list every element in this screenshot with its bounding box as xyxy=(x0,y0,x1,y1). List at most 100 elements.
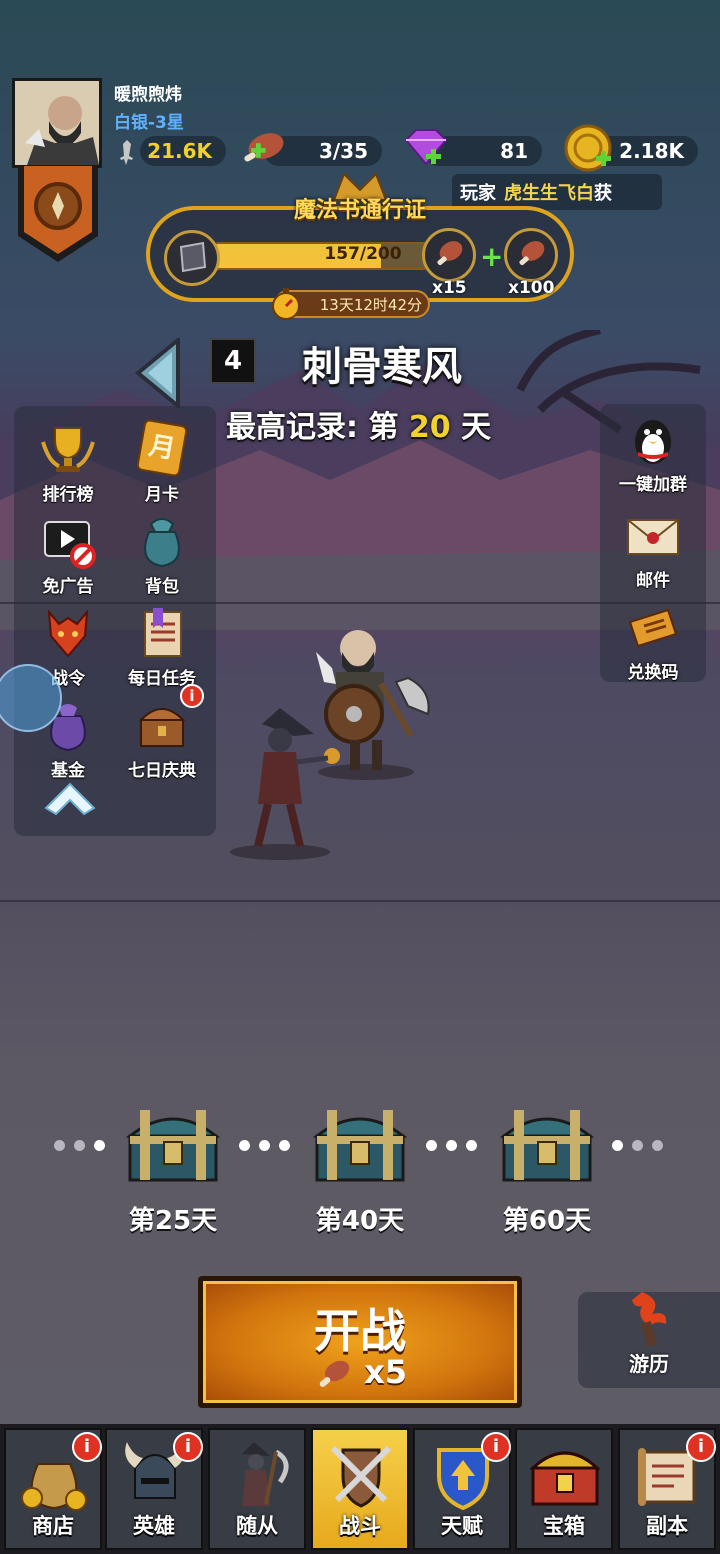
no-ads-label: 免广告 xyxy=(42,577,94,597)
meat-icon xyxy=(437,241,463,266)
war-order-icon xyxy=(47,608,89,658)
no-ads-icon xyxy=(44,521,96,569)
player-avatar[interactable] xyxy=(12,78,102,168)
scythe-follower-icon xyxy=(242,1442,289,1506)
best-day: 20 xyxy=(408,410,451,445)
rank-banner[interactable] xyxy=(18,166,98,262)
chest-progress-dots-4 xyxy=(612,1140,663,1152)
redeem-ticket-icon xyxy=(628,608,678,648)
tab-battle[interactable]: 战斗 xyxy=(311,1428,409,1550)
best-suffix: 天 xyxy=(461,410,492,445)
torch-icon xyxy=(632,1292,667,1347)
timer-text: 13天12时42分 xyxy=(319,295,422,314)
ticker-suffix: 获 xyxy=(594,183,612,204)
mail-label: 邮件 xyxy=(636,571,670,591)
tab-shop-label: 商店 xyxy=(32,1514,74,1538)
start-battle-cost-value: x5 xyxy=(364,1353,408,1391)
trophy-icon xyxy=(41,427,95,472)
stage-number: 4 xyxy=(210,338,256,384)
bald-warrior-portrait xyxy=(15,81,99,165)
gold-coin-icon xyxy=(564,124,612,172)
tab-follower-label: 随从 xyxy=(236,1514,278,1538)
bag-label: 背包 xyxy=(145,577,179,597)
purple-gem-icon xyxy=(404,129,448,166)
month-card-icon-text: 月 xyxy=(146,430,178,466)
scarecrow-follower-sprite xyxy=(230,708,340,860)
tab-hero[interactable]: i 英雄 xyxy=(105,1428,203,1550)
leaderboard-label: 排行榜 xyxy=(42,485,94,505)
tab-shop[interactable]: i 商店 xyxy=(4,1428,102,1550)
stage-title: 刺骨寒风 xyxy=(302,344,462,390)
chest-day-60-icon[interactable] xyxy=(500,1106,594,1184)
month-card-button[interactable]: 月 月卡 xyxy=(116,418,208,506)
battle-pass-reward-meat-2[interactable] xyxy=(504,228,558,282)
chest-day-60-label: 第60天 xyxy=(502,1206,592,1236)
tab-battle-label: 战斗 xyxy=(339,1514,381,1538)
player-name: 暖煦煦炜 xyxy=(114,85,182,105)
start-battle-cost: x5 xyxy=(203,1353,517,1391)
chest-progress-dots-1 xyxy=(54,1140,105,1152)
tab-chest[interactable]: 宝箱 xyxy=(515,1428,613,1550)
battle-pass-title: 魔法书通行证 xyxy=(293,198,426,223)
magic-book-icon xyxy=(164,230,220,286)
collapse-menu-chevron-icon[interactable] xyxy=(42,778,98,818)
tab-talent-label: 天赋 xyxy=(441,1514,483,1538)
daily-task-button[interactable]: 每日任务 xyxy=(116,604,208,690)
dungeon-badge: i xyxy=(686,1432,716,1462)
bag-button[interactable]: 背包 xyxy=(116,512,208,598)
tab-talent[interactable]: i 天赋 xyxy=(413,1428,511,1550)
hero-badge: i xyxy=(173,1432,203,1462)
tab-dungeon-label: 副本 xyxy=(646,1514,688,1538)
meat-icon xyxy=(519,241,545,266)
travel-button[interactable]: 游历 xyxy=(578,1292,720,1388)
prev-stage-arrow-icon[interactable] xyxy=(134,338,182,408)
ground-line-lower xyxy=(0,900,720,902)
shop-badge: i xyxy=(72,1432,102,1462)
mail-icon xyxy=(627,519,679,555)
treasure-chest-icon xyxy=(529,1451,601,1506)
ticker-player-name: 虎生生飞白 xyxy=(504,183,594,204)
talent-badge: i xyxy=(481,1432,511,1462)
join-group-label: 一键加群 xyxy=(619,475,687,495)
reward-1-count: x15 xyxy=(432,278,467,298)
best-prefix: 最高记录: 第 xyxy=(226,410,399,445)
seven-day-chest-icon xyxy=(138,708,186,747)
tab-dungeon[interactable]: i 副本 xyxy=(618,1428,716,1550)
chest-day-40-icon[interactable] xyxy=(313,1106,407,1184)
start-battle-label: 开战 xyxy=(314,1304,406,1358)
travel-label: 游历 xyxy=(629,1352,669,1376)
redeem-code-label: 兑换码 xyxy=(627,663,679,683)
chest-day-40-label: 第40天 xyxy=(315,1206,405,1236)
stopwatch-icon xyxy=(272,288,300,320)
sword-icon xyxy=(120,140,133,165)
start-battle-button[interactable]: 开战 x5 xyxy=(198,1276,522,1408)
broadcast-ticker: 玩家 虎生生飞白 获 xyxy=(452,174,662,210)
meat-icon xyxy=(319,1360,350,1387)
tab-chest-label: 宝箱 xyxy=(543,1514,585,1538)
tab-hero-label: 英雄 xyxy=(133,1514,175,1538)
chest-progress-dots-2 xyxy=(239,1140,290,1152)
no-ads-button[interactable]: 免广告 xyxy=(22,512,114,598)
seven-day-badge: i xyxy=(180,684,204,708)
tab-follower[interactable]: 随从 xyxy=(208,1428,306,1550)
redeem-code-button[interactable]: 兑换码 xyxy=(607,598,699,684)
seven-day-event-button[interactable]: i 七日庆典 xyxy=(116,684,208,782)
month-card-label: 月卡 xyxy=(145,485,179,505)
best-record: 最高记录: 第 20 天 xyxy=(226,402,491,446)
reward-2-count: x100 xyxy=(508,278,555,298)
mail-button[interactable]: 邮件 xyxy=(607,506,699,592)
chest-day-25-icon[interactable] xyxy=(126,1106,220,1184)
meat-stamina-icon xyxy=(244,133,284,162)
bag-icon xyxy=(144,518,180,568)
plus-icon: + xyxy=(480,240,504,273)
join-group-button[interactable]: 一键加群 xyxy=(607,410,699,496)
month-card-icon: 月 xyxy=(135,418,189,478)
bottom-nav: i 商店 i 英雄 随从 战斗 i 天赋 宝箱 i 副本 xyxy=(0,1424,720,1554)
crossed-swords-shield-icon xyxy=(330,1445,392,1508)
chest-progress-dots-3 xyxy=(426,1140,477,1152)
power-value: 21.6K xyxy=(140,136,226,166)
player-rank: 白银-3星 xyxy=(114,113,184,133)
battle-pass-reward-meat-1[interactable] xyxy=(422,228,476,282)
qq-penguin-icon xyxy=(635,420,671,464)
leaderboard-button[interactable]: 排行榜 xyxy=(22,420,114,506)
